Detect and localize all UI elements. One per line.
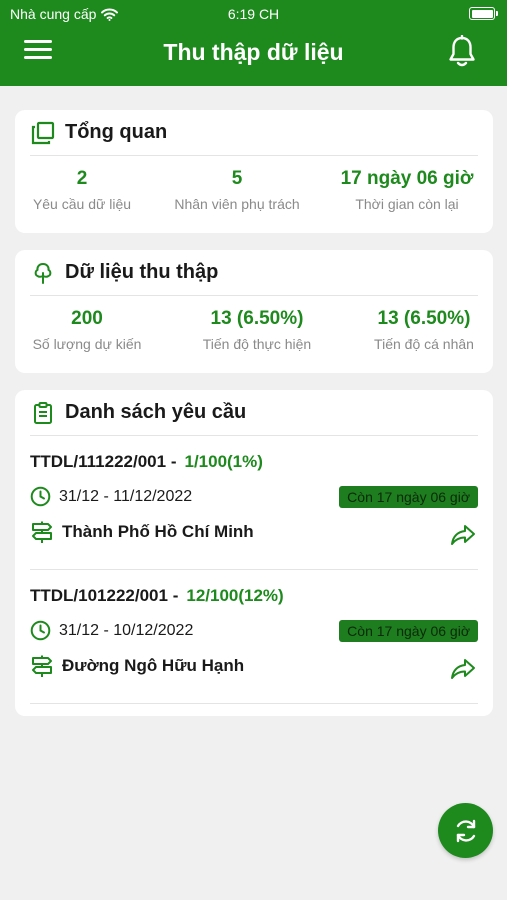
- stat-label: Yêu cầu dữ liệu: [32, 196, 132, 212]
- stat-label: Nhân viên phụ trách: [174, 196, 300, 212]
- request-place: Thành Phố Hồ Chí Minh: [62, 522, 254, 541]
- refresh-icon: [456, 819, 475, 842]
- stat-label: Tiến độ thực hiện: [202, 336, 312, 352]
- overview-header: Tổng quan: [30, 110, 478, 156]
- share-icon[interactable]: [450, 524, 476, 546]
- bell-icon[interactable]: [447, 35, 477, 69]
- request-code-row: TTDL/101222/001 - 12/100(12%): [30, 586, 284, 606]
- request-place: Đường Ngô Hữu Hạnh: [62, 656, 245, 675]
- share-icon[interactable]: [450, 658, 476, 680]
- request-item[interactable]: TTDL/101222/001 - 12/100(12%) 31/12 - 10/…: [30, 570, 478, 704]
- battery-icon: [469, 7, 498, 20]
- request-date-row: 31/12 - 10/12/2022: [30, 620, 193, 641]
- stat-time-left: 17 ngày 06 giờ Thời gian còn lại: [332, 166, 482, 212]
- collected-header: Dữ liệu thu thập: [30, 250, 478, 296]
- stat-value: 200: [71, 308, 103, 329]
- stat-staff: 5 Nhân viên phụ trách: [162, 166, 312, 212]
- stat-personal-progress: 13 (6.50%) Tiến độ cá nhân: [349, 306, 499, 352]
- status-bar: Nhà cung cấp 6:19 CH: [0, 0, 507, 28]
- page-title: Thu thập dữ liệu: [163, 39, 344, 65]
- stat-value: 13 (6.50%): [377, 308, 471, 329]
- stat-requests: 2 Yêu cầu dữ liệu: [7, 166, 157, 212]
- request-place-row: Thành Phố Hồ Chí Minh: [30, 520, 254, 544]
- signpost-icon: [32, 521, 52, 543]
- stat-expected: 200 Số lượng dự kiến: [12, 306, 162, 352]
- clipboard-icon: [30, 400, 56, 426]
- remaining-time-badge: Còn 17 ngày 06 giờ: [339, 486, 478, 508]
- stat-label: Tiến độ cá nhân: [374, 336, 474, 352]
- stat-label: Thời gian còn lại: [355, 196, 459, 212]
- overview-title: Tổng quan: [65, 121, 168, 143]
- stat-value: 17 ngày 06 giờ: [340, 168, 474, 189]
- request-list-header: Danh sách yêu cầu: [30, 390, 478, 436]
- request-date-range: 31/12 - 11/12/2022: [59, 487, 193, 505]
- stat-value: 13 (6.50%): [210, 308, 304, 329]
- clock-icon: [30, 620, 51, 641]
- nav-bar: Thu thập dữ liệu: [0, 28, 507, 86]
- remaining-time-badge: Còn 17 ngày 06 giờ: [339, 620, 478, 642]
- clock-icon: [30, 486, 51, 507]
- signpost-icon: [32, 655, 52, 677]
- request-item[interactable]: TTDL/111222/001 - 1/100(1%) 31/12 - 11/12…: [30, 436, 478, 570]
- app-header: Nhà cung cấp 6:19 CH Thu thập dữ liệu: [0, 0, 507, 86]
- stat-progress: 13 (6.50%) Tiến độ thực hiện: [182, 306, 332, 352]
- request-progress: 12/100(12%): [186, 586, 284, 605]
- request-code-row: TTDL/111222/001 - 1/100(1%): [30, 452, 263, 472]
- stat-value: 5: [231, 168, 243, 189]
- request-code: TTDL/111222/001 -: [30, 452, 177, 471]
- stat-label: Số lượng dự kiến: [32, 336, 142, 352]
- stat-value: 2: [76, 168, 88, 189]
- request-progress: 1/100(1%): [184, 452, 263, 471]
- request-list-card: Danh sách yêu cầu TTDL/111222/001 - 1/100…: [15, 390, 493, 716]
- collected-data-card: Dữ liệu thu thập 200 Số lượng dự kiến 13…: [15, 250, 493, 373]
- request-list-title: Danh sách yêu cầu: [65, 401, 247, 423]
- collected-title: Dữ liệu thu thập: [65, 261, 219, 283]
- request-code: TTDL/101222/001 -: [30, 586, 179, 605]
- request-place-row: Đường Ngô Hữu Hạnh: [30, 654, 244, 678]
- status-time: 6:19 CH: [227, 6, 280, 22]
- request-date-row: 31/12 - 11/12/2022: [30, 486, 192, 507]
- refresh-button[interactable]: [438, 803, 493, 858]
- tree-icon: [30, 260, 56, 286]
- overview-card: Tổng quan 2 Yêu cầu dữ liệu 5 Nhân viên …: [15, 110, 493, 233]
- request-date-range: 31/12 - 10/12/2022: [59, 621, 194, 639]
- copy-icon: [30, 120, 56, 146]
